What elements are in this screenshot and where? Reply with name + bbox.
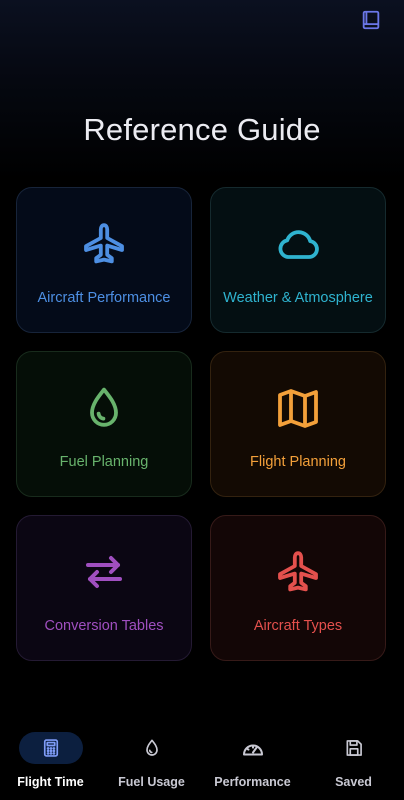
gauge-icon: [242, 744, 263, 756]
card-label: Flight Planning: [250, 454, 346, 470]
book-icon: [362, 10, 380, 30]
reference-grid: Aircraft Performance Weather & Atmospher…: [16, 187, 388, 663]
nav-performance[interactable]: Performance: [202, 722, 303, 800]
swap-arrows-icon: [86, 556, 122, 588]
card-label: Weather & Atmosphere: [223, 290, 373, 306]
bottom-nav: Flight Time Fuel Usage Performance Saved: [0, 722, 404, 800]
cloud-icon: [278, 230, 319, 259]
droplet-icon: [145, 739, 158, 756]
card-fuel-planning[interactable]: Fuel Planning: [16, 351, 192, 497]
save-icon: [346, 740, 362, 756]
nav-flight-time[interactable]: Flight Time: [0, 722, 101, 800]
nav-fuel-usage[interactable]: Fuel Usage: [101, 722, 202, 800]
card-conversion-tables[interactable]: Conversion Tables: [16, 515, 192, 661]
airplane-icon: [278, 551, 318, 592]
nav-label: Fuel Usage: [118, 775, 185, 789]
nav-label: Performance: [214, 775, 291, 789]
card-label: Aircraft Performance: [37, 290, 171, 306]
nav-label: Flight Time: [17, 775, 84, 789]
nav-saved[interactable]: Saved: [303, 722, 404, 800]
card-weather-atmosphere[interactable]: Weather & Atmosphere: [210, 187, 386, 333]
active-indicator: [18, 732, 83, 764]
card-aircraft-types[interactable]: Aircraft Types: [210, 515, 386, 661]
book-button[interactable]: [358, 7, 384, 33]
airplane-icon: [84, 223, 124, 264]
top-bar: [0, 0, 404, 40]
map-icon: [278, 389, 318, 428]
calculator-icon: [43, 739, 58, 757]
card-label: Aircraft Types: [253, 618, 343, 634]
card-label: Fuel Planning: [59, 454, 149, 470]
card-flight-planning[interactable]: Flight Planning: [210, 351, 386, 497]
page-title: Reference Guide: [83, 112, 321, 147]
card-aircraft-performance[interactable]: Aircraft Performance: [16, 187, 192, 333]
nav-label: Saved: [335, 775, 372, 789]
droplet-icon: [90, 387, 118, 427]
card-label: Conversion Tables: [44, 618, 164, 634]
